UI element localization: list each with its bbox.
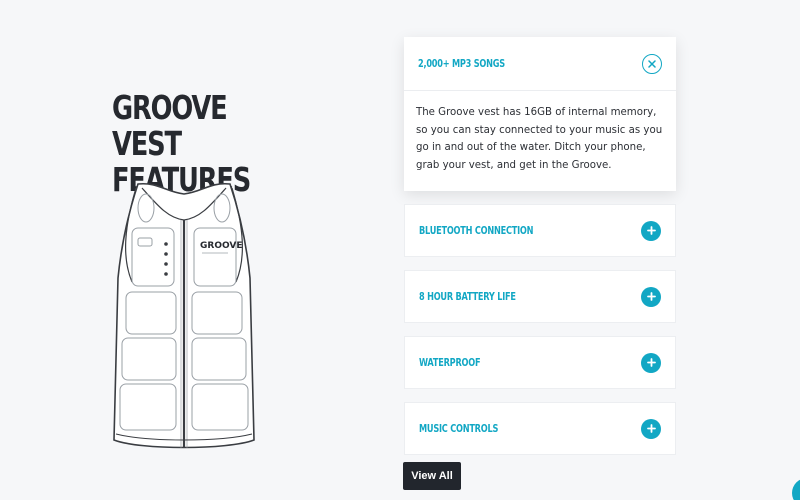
accordion-label: Music Controls [419,422,499,435]
accordion-item-mp3-songs: 2,000+ MP3 Songs The Groove vest has 16G… [404,37,676,191]
accordion-item-waterproof: Waterproof [404,336,676,389]
features-accordion: 2,000+ MP3 Songs The Groove vest has 16G… [404,37,676,468]
plus-icon [646,226,656,235]
accordion-label: 2,000+ MP3 Songs [418,57,505,70]
plus-icon [646,358,656,367]
plus-icon [646,424,656,433]
accordion-header-bluetooth[interactable]: Bluetooth Connection [405,205,675,256]
plus-icon [646,292,656,301]
close-icon [648,59,656,68]
view-all-button[interactable]: View All [403,462,461,490]
accordion-header-battery[interactable]: 8 Hour Battery Life [405,271,675,322]
vest-illustration: GROOVE [113,182,255,449]
vest-logo-text: GROOVE [200,241,243,251]
collapse-button[interactable] [642,53,662,74]
accordion-body-text: The Groove vest has 16GB of internal mem… [416,107,663,171]
expand-button[interactable] [641,418,661,439]
expand-button[interactable] [641,220,661,241]
accordion-header-waterproof[interactable]: Waterproof [405,337,675,388]
accordion-label: Bluetooth Connection [419,224,534,237]
chat-widget-button[interactable] [792,478,800,500]
accordion-header-music-controls[interactable]: Music Controls [405,403,675,454]
accordion-label: Waterproof [419,356,481,369]
expand-button[interactable] [641,286,661,307]
accordion-item-music-controls: Music Controls [404,402,676,455]
accordion-header-mp3-songs[interactable]: 2,000+ MP3 Songs [404,37,676,91]
accordion-item-bluetooth: Bluetooth Connection [404,204,676,257]
accordion-item-battery: 8 Hour Battery Life [404,270,676,323]
expand-button[interactable] [641,352,661,373]
accordion-label: 8 Hour Battery Life [419,290,516,303]
